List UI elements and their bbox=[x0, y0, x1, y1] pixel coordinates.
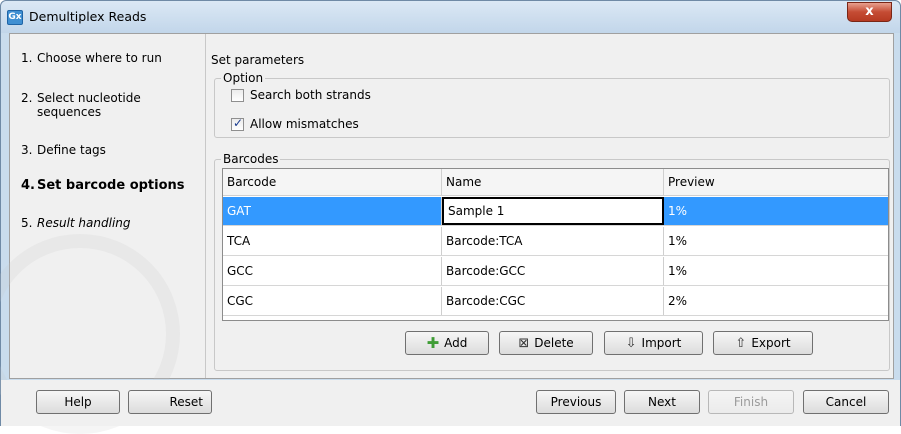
parameters-panel: Set parameters Option Search both strand… bbox=[207, 34, 893, 378]
title-bar[interactable]: Gx Demultiplex Reads x bbox=[1, 1, 900, 33]
export-icon: ⇧ bbox=[735, 335, 747, 351]
search-both-strands-option[interactable]: Search both strands bbox=[231, 88, 371, 102]
allow-mismatches-checkbox[interactable] bbox=[231, 116, 244, 131]
window-title: Demultiplex Reads bbox=[29, 9, 147, 24]
column-header-barcode[interactable]: Barcode bbox=[223, 169, 442, 195]
table-header: Barcode Name Preview bbox=[223, 169, 888, 196]
export-button[interactable]: ⇧ Export bbox=[713, 331, 813, 355]
reset-button[interactable]: Reset bbox=[128, 390, 212, 414]
barcode-cell[interactable]: CGC bbox=[223, 287, 442, 315]
help-button[interactable]: Help bbox=[36, 390, 120, 414]
allow-mismatches-option[interactable]: Allow mismatches bbox=[231, 116, 359, 131]
app-icon: Gx bbox=[7, 10, 23, 25]
step-choose-where-to-run: 1. Choose where to run bbox=[21, 51, 162, 65]
barcodes-table: Barcode Name Preview GAT Sample 1 1% TCA… bbox=[222, 168, 889, 321]
table-row[interactable]: GAT Sample 1 1% bbox=[223, 197, 888, 226]
barcode-cell[interactable]: GAT bbox=[223, 197, 442, 225]
preview-cell[interactable]: 2% bbox=[664, 287, 888, 315]
barcodes-group-label: Barcodes bbox=[221, 152, 281, 166]
step-select-nucleotide-sequences: 2. Select nucleotide sequences bbox=[21, 91, 141, 119]
wizard-steps: 1. Choose where to run 2. Select nucleotid… bbox=[0, 34, 206, 434]
finish-button: Finish bbox=[708, 390, 794, 414]
delete-button[interactable]: ⊠ Delete bbox=[499, 331, 593, 355]
import-button[interactable]: ⇩ Import bbox=[604, 331, 703, 355]
preview-cell[interactable]: 1% bbox=[664, 197, 888, 225]
barcode-cell[interactable]: TCA bbox=[223, 227, 442, 255]
import-icon: ⇩ bbox=[625, 335, 637, 351]
name-cell[interactable]: Barcode:CGC bbox=[442, 287, 664, 315]
name-cell[interactable]: Barcode:GCC bbox=[442, 257, 664, 285]
option-group-label: Option bbox=[221, 71, 266, 85]
step-result-handling: 5. Result handling bbox=[21, 216, 131, 230]
barcode-cell[interactable]: GCC bbox=[223, 257, 442, 285]
search-both-strands-checkbox[interactable] bbox=[231, 88, 244, 102]
table-row[interactable]: CGC Barcode:CGC 2% bbox=[223, 287, 888, 316]
plus-icon: ✚ bbox=[426, 334, 440, 352]
delete-icon: ⊠ bbox=[518, 335, 530, 351]
dialog-body: 1. Choose where to run 2. Select nucleotid… bbox=[0, 33, 894, 434]
dialog-window: Gx Demultiplex Reads x 1. Choose where to… bbox=[0, 0, 901, 434]
add-button[interactable]: ✚ Add bbox=[405, 331, 489, 355]
table-row[interactable]: GCC Barcode:GCC 1% bbox=[223, 257, 888, 286]
cancel-button[interactable]: Cancel bbox=[803, 390, 889, 414]
preview-cell[interactable]: 1% bbox=[664, 257, 888, 285]
column-header-name[interactable]: Name bbox=[442, 169, 664, 195]
allow-mismatches-label: Allow mismatches bbox=[250, 117, 359, 131]
search-both-strands-label: Search both strands bbox=[250, 88, 371, 102]
table-row[interactable]: TCA Barcode:TCA 1% bbox=[223, 227, 888, 256]
previous-button[interactable]: Previous bbox=[536, 390, 616, 414]
next-button[interactable]: Next bbox=[624, 390, 700, 414]
name-cell-editing[interactable]: Sample 1 bbox=[442, 197, 664, 225]
name-cell[interactable]: Barcode:TCA bbox=[442, 227, 664, 255]
column-header-preview[interactable]: Preview bbox=[664, 169, 888, 195]
option-group: Option Search both strands Allow mismatc… bbox=[214, 71, 890, 138]
set-parameters-heading: Set parameters bbox=[211, 53, 305, 67]
button-bar: Help Reset Previous Next Finish Cancel bbox=[1, 380, 900, 426]
step-set-barcode-options: 4. Set barcode options bbox=[21, 178, 185, 193]
step-define-tags: 3. Define tags bbox=[21, 143, 106, 157]
preview-cell[interactable]: 1% bbox=[664, 227, 888, 255]
close-button[interactable]: x bbox=[847, 2, 892, 22]
